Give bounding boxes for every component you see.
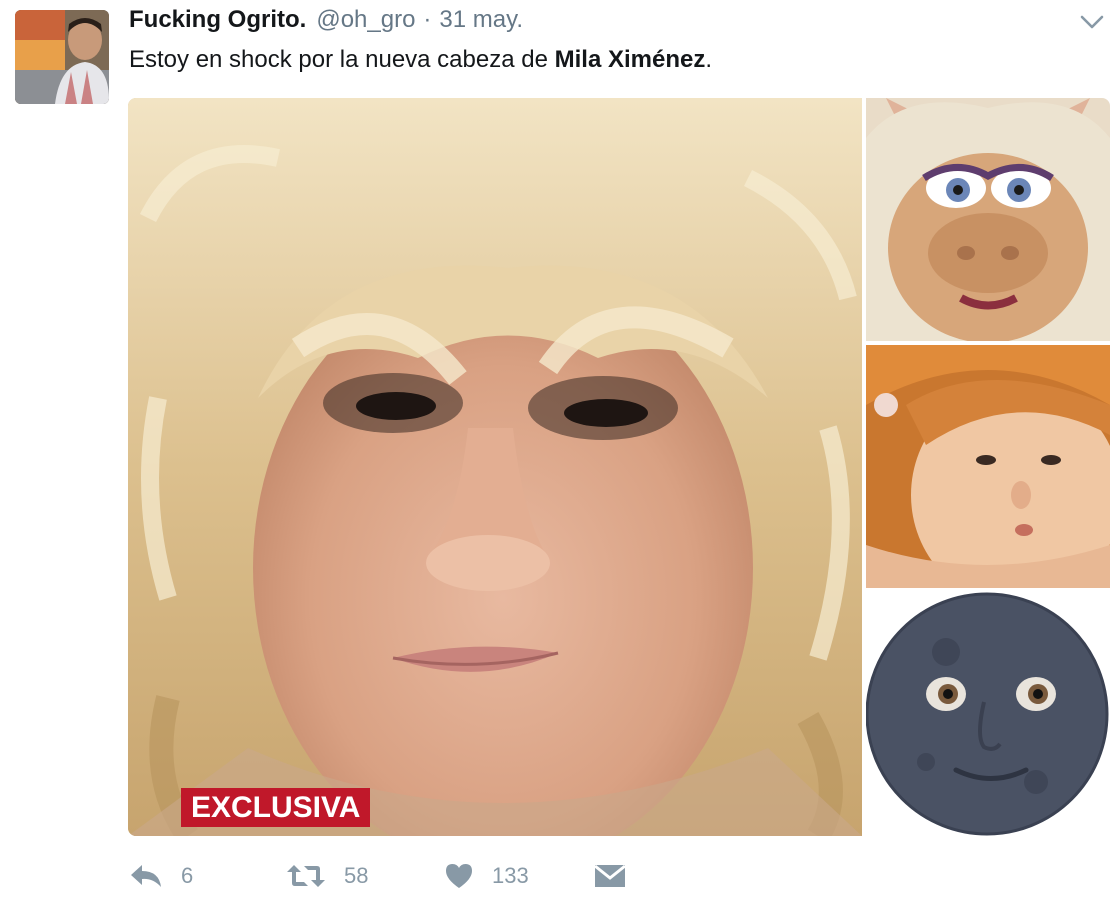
reply-button[interactable]: 6 bbox=[129, 856, 286, 896]
tweet-actions: 6 58 133 bbox=[129, 856, 626, 896]
tweet-header: Fucking Ogrito. @oh_gro · 31 may. bbox=[129, 6, 523, 40]
author-name[interactable]: Fucking Ogrito. bbox=[129, 6, 306, 34]
tweet-text-part: Estoy en shock por la nueva cabeza de bbox=[129, 46, 555, 73]
retweet-icon bbox=[287, 865, 325, 887]
author-handle[interactable]: @oh_gro bbox=[316, 6, 415, 34]
direct-message-button[interactable] bbox=[594, 856, 626, 896]
side-photo-3[interactable] bbox=[866, 592, 1110, 836]
tweet-date[interactable]: 31 may. bbox=[439, 6, 523, 34]
retweet-button[interactable]: 58 bbox=[286, 856, 444, 896]
like-count: 133 bbox=[492, 863, 529, 888]
side-photo-2[interactable] bbox=[866, 345, 1110, 588]
header-separator: · bbox=[423, 6, 432, 33]
side-photo-1[interactable] bbox=[866, 98, 1110, 341]
reply-icon bbox=[131, 865, 161, 887]
envelope-icon bbox=[594, 864, 626, 887]
exclusive-badge: EXCLUSIVA bbox=[181, 788, 371, 827]
reply-count: 6 bbox=[181, 863, 194, 888]
media-grid: EXCLUSIVA bbox=[128, 98, 1110, 836]
retweet-count: 58 bbox=[344, 863, 369, 888]
main-photo[interactable]: EXCLUSIVA bbox=[128, 98, 862, 836]
chevron-down-icon[interactable] bbox=[1079, 12, 1105, 32]
like-button[interactable]: 133 bbox=[444, 856, 594, 896]
author-avatar[interactable] bbox=[15, 10, 109, 104]
tweet-text: Estoy en shock por la nueva cabeza de Mi… bbox=[129, 44, 712, 76]
tweet-text-end: . bbox=[705, 46, 712, 73]
mentioned-name: Mila Ximénez bbox=[554, 46, 706, 73]
heart-icon bbox=[446, 864, 472, 888]
